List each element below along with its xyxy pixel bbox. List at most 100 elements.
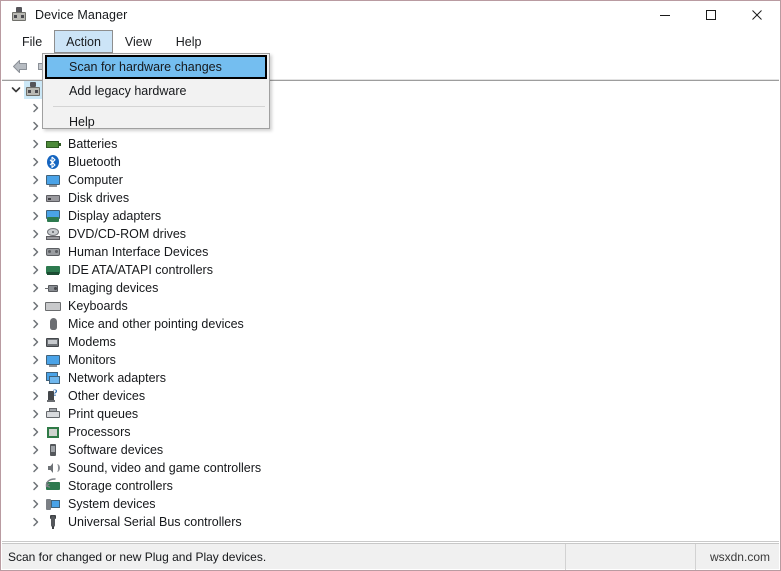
chevron-right-icon[interactable] [28, 298, 44, 314]
tree-item-computer[interactable]: Computer [2, 171, 779, 189]
tree-item-modems[interactable]: Modems [2, 333, 779, 351]
monitor-icon [45, 172, 61, 188]
network-adapter-icon [45, 370, 61, 386]
disc-drive-icon [45, 226, 61, 242]
tree-item-disk-drives[interactable]: Disk drives [2, 189, 779, 207]
chevron-right-icon[interactable] [28, 406, 44, 422]
chevron-right-icon[interactable] [28, 334, 44, 350]
tree-item-label: Human Interface Devices [68, 245, 209, 259]
printer-icon [45, 406, 61, 422]
tree-item-label: Imaging devices [68, 281, 159, 295]
device-manager-window: Device Manager File Action View Help Bat… [0, 0, 781, 571]
chevron-right-icon[interactable] [28, 244, 44, 260]
chevron-right-icon[interactable] [28, 424, 44, 440]
menu-bar: File Action View Help [1, 29, 780, 54]
tree-item-label: Other devices [68, 389, 146, 403]
chevron-right-icon[interactable] [28, 226, 44, 242]
usb-icon [45, 514, 61, 530]
tree-item-processors[interactable]: Processors [2, 423, 779, 441]
chevron-right-icon[interactable] [28, 370, 44, 386]
status-bar: Scan for changed or new Plug and Play de… [2, 543, 779, 570]
tree-item-mice-and-other-pointing-devices[interactable]: Mice and other pointing devices [2, 315, 779, 333]
tree-item-label: Disk drives [68, 191, 130, 205]
chevron-right-icon[interactable] [28, 208, 44, 224]
menu-item-add-legacy-hardware[interactable]: Add legacy hardware [43, 79, 269, 103]
menu-file[interactable]: File [10, 30, 54, 53]
chevron-right-icon[interactable] [28, 316, 44, 332]
tree-item-label: Software devices [68, 443, 164, 457]
maximize-button[interactable] [688, 1, 734, 29]
tree-item-label: Display adapters [68, 209, 162, 223]
tree-item-label: Keyboards [68, 299, 128, 313]
tree-item-display-adapters[interactable]: Display adapters [2, 207, 779, 225]
chevron-right-icon[interactable] [28, 172, 44, 188]
tree-item-imaging-devices[interactable]: Imaging devices [2, 279, 779, 297]
tree-item-sound-video-and-game-controllers[interactable]: Sound, video and game controllers [2, 459, 779, 477]
tree-item-print-queues[interactable]: Print queues [2, 405, 779, 423]
tree-item-label: Sound, video and game controllers [68, 461, 262, 475]
tree-item-keyboards[interactable]: Keyboards [2, 297, 779, 315]
tree-item-label: Print queues [68, 407, 139, 421]
tree-item-bluetooth[interactable]: Bluetooth [2, 153, 779, 171]
tree-item-storage-controllers[interactable]: Storage controllers [2, 477, 779, 495]
chevron-right-icon[interactable] [28, 388, 44, 404]
tree-item-universal-serial-bus-controllers[interactable]: Universal Serial Bus controllers [2, 513, 779, 531]
tree-item-label: Monitors [68, 353, 116, 367]
tree-item-network-adapters[interactable]: Network adapters [2, 369, 779, 387]
chevron-right-icon[interactable] [28, 514, 44, 530]
menu-help[interactable]: Help [164, 30, 214, 53]
back-icon[interactable] [8, 56, 32, 78]
action-menu-dropdown[interactable]: Scan for hardware changes Add legacy har… [42, 53, 270, 129]
chevron-right-icon[interactable] [28, 496, 44, 512]
tree-item-label: Batteries [68, 137, 118, 151]
chevron-right-icon[interactable] [28, 136, 44, 152]
bluetooth-icon [45, 154, 61, 170]
tree-item-ide-ata-atapi-controllers[interactable]: IDE ATA/ATAPI controllers [2, 261, 779, 279]
tree-item-batteries[interactable]: Batteries [2, 135, 779, 153]
hid-icon [45, 244, 61, 260]
chevron-right-icon[interactable] [28, 154, 44, 170]
tree-item-dvd-cd-rom-drives[interactable]: DVD/CD-ROM drives [2, 225, 779, 243]
device-tree[interactable]: Batteries Bluetooth Computer Disk drives… [2, 81, 779, 543]
modem-icon [45, 334, 61, 350]
menu-action[interactable]: Action [54, 30, 113, 53]
menu-item-scan-for-hardware-changes[interactable]: Scan for hardware changes [45, 55, 267, 79]
tree-item-software-devices[interactable]: Software devices [2, 441, 779, 459]
battery-icon [45, 136, 61, 152]
close-button[interactable] [734, 1, 780, 29]
status-panel-middle [566, 543, 696, 570]
disk-drive-icon [45, 190, 61, 206]
system-device-icon [45, 496, 61, 512]
tree-item-other-devices[interactable]: ? Other devices [2, 387, 779, 405]
processor-icon [45, 424, 61, 440]
window-title: Device Manager [35, 8, 128, 22]
tree-item-label: DVD/CD-ROM drives [68, 227, 187, 241]
pane-divider [2, 541, 779, 542]
chevron-right-icon[interactable] [28, 280, 44, 296]
monitor-icon [45, 352, 61, 368]
tree-item-monitors[interactable]: Monitors [2, 351, 779, 369]
chevron-right-icon[interactable] [28, 262, 44, 278]
tree-item-system-devices[interactable]: System devices [2, 495, 779, 513]
minimize-button[interactable] [642, 1, 688, 29]
window-controls [642, 1, 780, 29]
imaging-device-icon [45, 280, 61, 296]
watermark: wsxdn.com [709, 549, 770, 564]
chevron-right-icon[interactable] [28, 478, 44, 494]
chevron-right-icon[interactable] [28, 352, 44, 368]
menu-separator [53, 106, 265, 107]
device-manager-icon [11, 7, 27, 23]
tree-item-label: IDE ATA/ATAPI controllers [68, 263, 213, 277]
tree-item-label: Network adapters [68, 371, 166, 385]
chevron-right-icon[interactable] [28, 460, 44, 476]
chevron-right-icon[interactable] [28, 190, 44, 206]
chevron-down-icon[interactable] [8, 82, 24, 98]
menu-item-help[interactable]: Help [43, 110, 269, 134]
chevron-right-icon[interactable] [28, 442, 44, 458]
tree-item-label: System devices [68, 497, 156, 511]
menu-view[interactable]: View [113, 30, 164, 53]
tree-item-human-interface-devices[interactable]: Human Interface Devices [2, 243, 779, 261]
software-device-icon [45, 442, 61, 458]
keyboard-icon [45, 298, 61, 314]
display-adapter-icon [45, 208, 61, 224]
